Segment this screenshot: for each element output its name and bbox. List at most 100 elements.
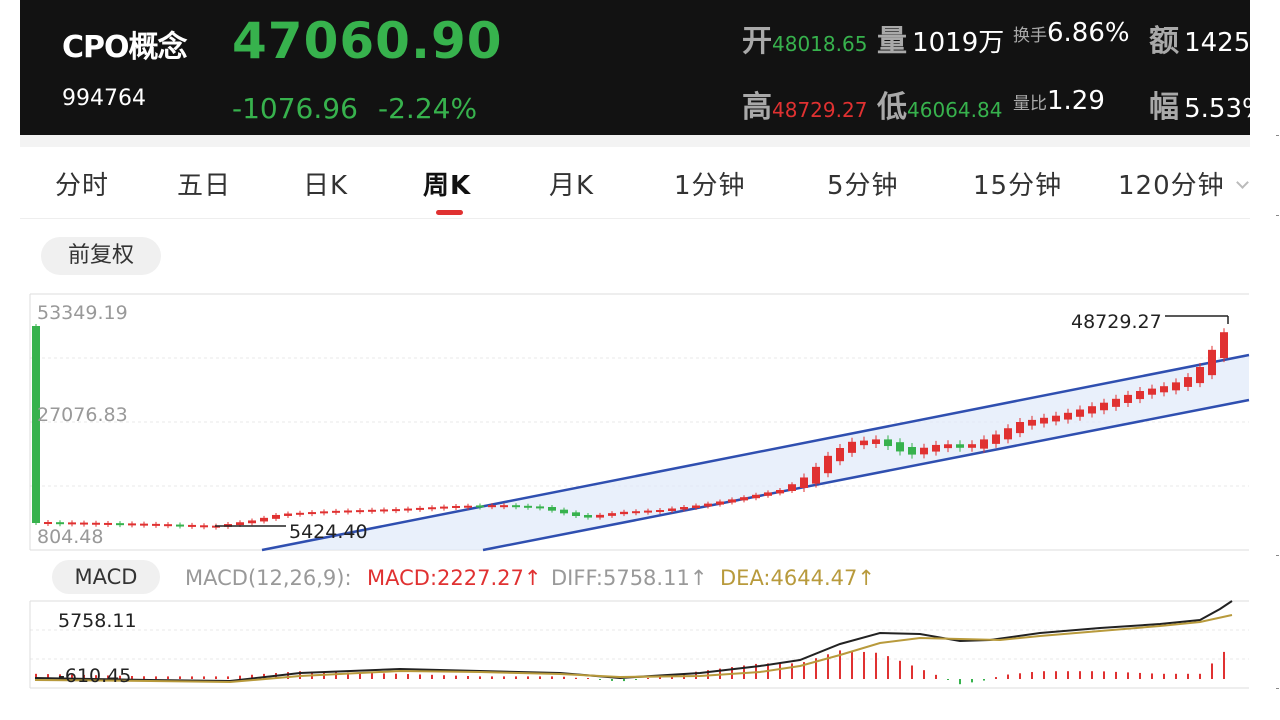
macd-bar	[1055, 671, 1057, 679]
candle-body	[332, 510, 340, 513]
candle-body	[116, 523, 124, 526]
macd-grid	[29, 600, 1249, 689]
macd-bar	[383, 673, 385, 679]
candle-body	[560, 509, 568, 514]
candle-body	[548, 507, 556, 511]
macd-params: MACD(12,26,9):	[185, 566, 352, 590]
kline-chart[interactable]	[0, 0, 1250, 720]
macd-bar	[455, 675, 457, 679]
candle-body	[920, 447, 928, 455]
candle-body	[416, 507, 424, 510]
candle-body	[188, 524, 196, 527]
macd-bar	[503, 676, 505, 679]
candle-body	[752, 494, 760, 499]
macd-bar	[395, 673, 397, 679]
candle-body	[572, 512, 580, 516]
candle-body	[452, 505, 460, 508]
macd-bar	[1151, 673, 1153, 679]
candle-body	[404, 508, 412, 511]
diff-line	[34, 600, 1233, 683]
candle-body	[356, 510, 364, 513]
macd-bar	[1019, 673, 1021, 679]
candle-body	[1076, 409, 1084, 417]
macd-bar	[563, 676, 565, 679]
macd-bar	[1127, 672, 1129, 679]
macd-bar	[959, 679, 961, 685]
candle-body	[668, 508, 676, 511]
macd-bar	[575, 677, 577, 679]
candle-body	[1040, 417, 1048, 424]
candle-body	[1136, 391, 1144, 400]
candle-body	[1016, 422, 1024, 434]
candle-body	[68, 522, 76, 525]
macd-bar	[515, 676, 517, 679]
candle-body	[1196, 367, 1204, 384]
min-price-label: 5424.40	[289, 521, 368, 543]
macd-bar	[491, 676, 493, 679]
macd-bar	[1175, 673, 1177, 679]
macd-bar	[371, 673, 373, 679]
indicator-button[interactable]: MACD	[52, 560, 160, 594]
dea-value-text: DEA:4644.47	[720, 566, 858, 590]
macd-bar	[647, 677, 649, 679]
candle-body	[956, 444, 964, 448]
macd-bar	[1139, 672, 1141, 679]
candle-body	[176, 524, 184, 527]
macd-value-text: MACD:2227.27	[367, 566, 524, 590]
candle-body	[884, 439, 892, 447]
candle-body	[656, 510, 664, 512]
max-price-label: 48729.27	[1071, 311, 1162, 333]
macd-bar	[587, 678, 589, 679]
macd-bar	[443, 675, 445, 679]
candle-body	[512, 505, 520, 508]
macd-bar	[983, 679, 985, 681]
macd-bar	[1067, 671, 1069, 679]
macd-bar	[143, 676, 145, 679]
macd-bar	[935, 674, 937, 679]
macd-bar	[479, 676, 481, 679]
macd-bar	[215, 676, 217, 679]
candle-body	[800, 477, 808, 488]
macd-bar	[155, 676, 157, 679]
diff-value: DIFF:5758.11↑	[551, 566, 707, 590]
macd-bar	[1091, 671, 1093, 679]
candle-body	[584, 515, 592, 518]
candle-body	[608, 513, 616, 516]
candle-body	[968, 444, 976, 448]
candle-body	[284, 513, 292, 516]
axis-mid-label: 27076.83	[37, 404, 128, 426]
candle-body	[152, 523, 160, 526]
candle-body	[1184, 377, 1192, 387]
candle-body	[236, 522, 244, 526]
candle-body	[848, 441, 856, 453]
dea-arrow-icon: ↑	[857, 566, 875, 590]
macd-value: MACD:2227.27↑	[367, 566, 541, 590]
candle-body	[620, 511, 628, 515]
candle-body	[104, 522, 112, 525]
candle-body	[368, 509, 376, 512]
macd-bar	[899, 660, 901, 679]
macd-bar	[1031, 672, 1033, 679]
candle-body	[836, 448, 844, 462]
diff-arrow-icon: ↑	[689, 566, 708, 590]
candle-body	[788, 484, 796, 491]
candle-body	[644, 510, 652, 513]
candle-body	[488, 505, 496, 508]
trend-channel-upper	[261, 353, 1250, 552]
macd-bar	[179, 676, 181, 679]
macd-bar	[1199, 673, 1201, 679]
macd-bar	[791, 663, 793, 679]
candle-body	[932, 444, 940, 452]
candle-body	[428, 507, 436, 510]
macd-bar	[851, 651, 853, 679]
macd-bar	[875, 652, 877, 679]
macd-bar	[431, 674, 433, 679]
macd-bar	[1043, 671, 1045, 679]
macd-bar	[227, 676, 229, 679]
candle-body	[1004, 428, 1012, 440]
macd-bar	[635, 679, 637, 680]
candle-body	[140, 523, 148, 526]
candle-body	[320, 511, 328, 514]
right-edge	[1251, 0, 1280, 720]
macd-bar	[1211, 663, 1213, 679]
